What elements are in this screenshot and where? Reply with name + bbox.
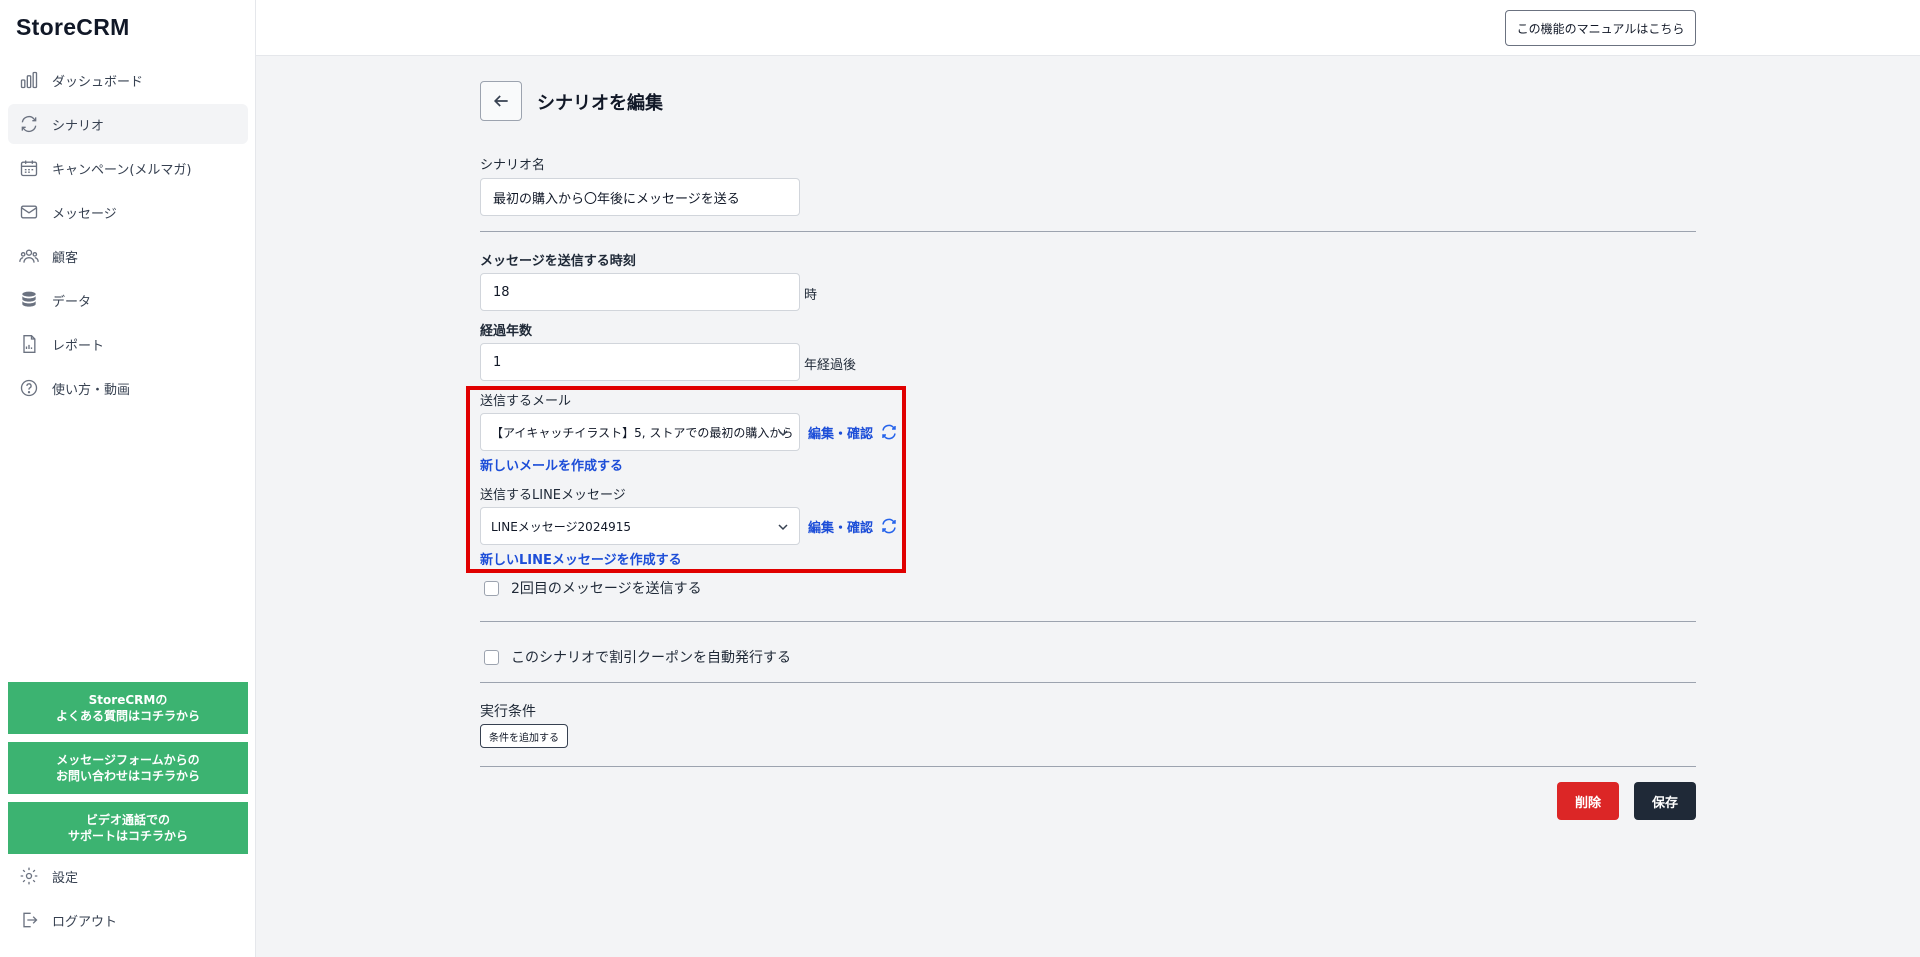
divider [480, 766, 1696, 767]
send-time-label: メッセージを送信する時刻 [480, 254, 636, 269]
refresh-icon[interactable] [880, 517, 898, 535]
arrow-left-icon [493, 95, 508, 107]
sidebar-item-label: レポート [52, 338, 105, 354]
add-condition-button[interactable]: 条件を追加する [480, 724, 568, 748]
years-suffix: 年経過後 [804, 358, 857, 373]
sidebar-item-label: 顧客 [52, 250, 79, 266]
report-icon [18, 333, 40, 355]
line-label: 送信するLINEメッセージ [480, 488, 626, 503]
help-icon [18, 377, 40, 399]
mail-icon [18, 201, 40, 223]
sidebar-item-help[interactable]: 使い方・動画 [8, 368, 248, 408]
chevron-down-icon [778, 430, 788, 437]
line-select[interactable]: LINEメッセージ2024915 [480, 507, 800, 545]
sidebar-item-scenario[interactable]: シナリオ [8, 104, 248, 144]
database-icon [18, 289, 40, 311]
new-mail-link[interactable]: 新しいメールを作成する [480, 455, 623, 474]
refresh-icon[interactable] [880, 423, 898, 441]
users-icon [18, 245, 40, 267]
logout-icon [18, 909, 40, 931]
mail-label: 送信するメール [480, 394, 572, 409]
sidebar-bottom-nav: 設定 ログアウト [8, 856, 248, 944]
sidebar-item-report[interactable]: レポート [8, 324, 248, 364]
chevron-down-icon [778, 524, 788, 531]
video-support-button[interactable]: ビデオ通話での サポートはコチラから [8, 802, 248, 854]
sidebar-item-label: シナリオ [52, 118, 105, 134]
sidebar: StoreCRM ダッシュボード シナリオ キャンペーン(メルマガ) メッセージ [0, 0, 256, 957]
divider [480, 621, 1696, 622]
divider [480, 231, 1696, 232]
page-title: シナリオを編集 [537, 93, 663, 114]
sidebar-item-campaign[interactable]: キャンペーン(メルマガ) [8, 148, 248, 188]
scenario-name-input[interactable] [480, 178, 800, 216]
coupon-checkbox[interactable] [484, 649, 499, 665]
delete-button[interactable]: 削除 [1557, 782, 1619, 820]
sidebar-item-label: キャンペーン(メルマガ) [52, 162, 192, 178]
years-label: 経過年数 [480, 324, 533, 339]
divider [480, 682, 1696, 683]
send-time-input[interactable] [480, 273, 800, 311]
sidebar-nav: ダッシュボード シナリオ キャンペーン(メルマガ) メッセージ 顧客 データ レ… [8, 60, 248, 412]
sidebar-item-label: 使い方・動画 [52, 382, 131, 398]
calendar-icon [18, 157, 40, 179]
back-button[interactable] [480, 81, 522, 121]
gear-icon [18, 865, 40, 887]
top-bar: この機能のマニュアルはこちら [256, 0, 1920, 56]
second-message-label: 2回目のメッセージを送信する [511, 581, 702, 597]
mail-select-value: 【アイキャッチイラスト】5, ストアでの最初の購入から [491, 425, 794, 440]
coupon-label: このシナリオで割引クーポンを自動発行する [511, 650, 791, 666]
bar-chart-icon [18, 69, 40, 91]
app-logo: StoreCRM [16, 14, 130, 40]
sidebar-item-label: ダッシュボード [52, 74, 144, 90]
manual-button[interactable]: この機能のマニュアルはこちら [1505, 10, 1696, 46]
new-line-link[interactable]: 新しいLINEメッセージを作成する [480, 549, 682, 568]
years-input[interactable] [480, 343, 800, 381]
sidebar-item-data[interactable]: データ [8, 280, 248, 320]
sidebar-item-label: 設定 [52, 870, 79, 886]
mail-select[interactable]: 【アイキャッチイラスト】5, ストアでの最初の購入から [480, 413, 800, 451]
mail-edit-link[interactable]: 編集・確認 [808, 423, 873, 442]
sidebar-item-message[interactable]: メッセージ [8, 192, 248, 232]
sidebar-item-dashboard[interactable]: ダッシュボード [8, 60, 248, 100]
sidebar-item-customers[interactable]: 顧客 [8, 236, 248, 276]
save-button[interactable]: 保存 [1634, 782, 1696, 820]
contact-form-button[interactable]: メッセージフォームからの お問い合わせはコチラから [8, 742, 248, 794]
line-select-value: LINEメッセージ2024915 [491, 519, 631, 534]
scenario-name-label: シナリオ名 [480, 158, 546, 173]
conditions-label: 実行条件 [480, 704, 536, 720]
refresh-icon [18, 113, 40, 135]
line-edit-link[interactable]: 編集・確認 [808, 517, 873, 536]
faq-button[interactable]: StoreCRMの よくある質問はコチラから [8, 682, 248, 734]
sidebar-item-settings[interactable]: 設定 [8, 856, 248, 896]
sidebar-item-label: データ [52, 294, 92, 310]
send-time-suffix: 時 [804, 288, 818, 303]
sidebar-item-logout[interactable]: ログアウト [8, 900, 248, 940]
support-links: StoreCRMの よくある質問はコチラから メッセージフォームからの お問い合… [8, 682, 248, 862]
coupon-row: このシナリオで割引クーポンを自動発行する [484, 647, 791, 667]
second-message-checkbox[interactable] [484, 580, 499, 596]
second-message-row: 2回目のメッセージを送信する [484, 578, 702, 598]
sidebar-item-label: メッセージ [52, 206, 117, 222]
sidebar-item-label: ログアウト [52, 914, 118, 930]
